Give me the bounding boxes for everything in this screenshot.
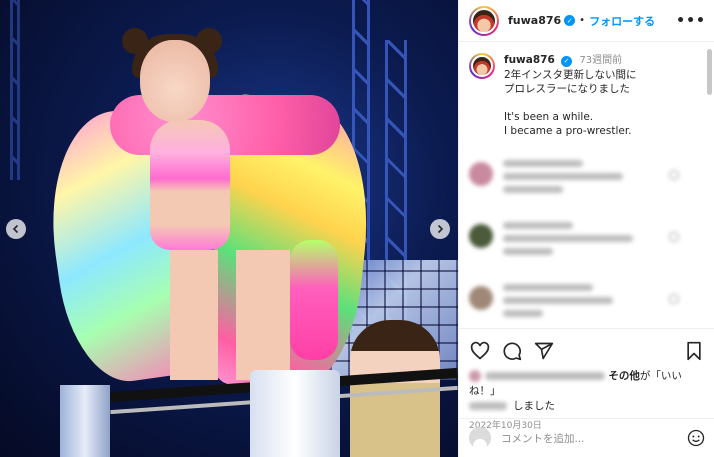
hair-bun <box>122 28 148 54</box>
author-avatar[interactable] <box>469 5 499 36</box>
caption-text-line: 2年インスタ更新しない間に <box>504 69 637 81</box>
liker-names-blurred <box>485 372 605 380</box>
post-side-panel: fuwa876 ✓ • フォローする ••• fuwa876 ✓ 73週間前 2… <box>458 0 714 457</box>
comment-input[interactable]: コメントを追加... <box>501 431 687 446</box>
verified-badge-icon: ✓ <box>564 15 576 26</box>
comment-like-icon[interactable] <box>669 232 679 242</box>
caption-text-line: It's been a while. <box>504 111 594 123</box>
comment-item <box>469 284 697 328</box>
stage-truss <box>10 0 20 180</box>
post-actions: その他が「いいね！」 しました 2022年10月30日 <box>459 328 714 431</box>
wrestler-torso <box>150 120 230 250</box>
likes-others-link[interactable]: その他 <box>608 370 640 382</box>
likes-summary: その他が「いいね！」 しました <box>469 369 705 414</box>
comment-item <box>469 160 697 210</box>
comment-item <box>469 222 697 272</box>
liker-avatar <box>469 370 481 382</box>
ring-turnbuckle <box>250 370 340 457</box>
comment-like-icon[interactable] <box>669 294 679 304</box>
current-user-avatar <box>469 427 491 449</box>
paper-plane-icon[interactable] <box>533 340 555 362</box>
likes-text-continued: しました <box>513 400 555 412</box>
post-header: fuwa876 ✓ • フォローする ••• <box>459 0 714 42</box>
ring-post <box>60 385 110 457</box>
carousel-next-button[interactable] <box>430 219 450 239</box>
comment-icon[interactable] <box>501 340 523 362</box>
action-icons-row <box>469 337 705 365</box>
chevron-right-icon <box>437 224 444 234</box>
commenter-avatar[interactable] <box>469 162 493 186</box>
wrestler-face <box>140 40 210 122</box>
comments-scrollbar[interactable] <box>707 43 712 323</box>
post-caption: fuwa876 ✓ 73週間前 2年インスタ更新しない間に プロレスラーになりま… <box>469 53 697 138</box>
scrollbar-thumb[interactable] <box>707 49 712 95</box>
caption-text-line: プロレスラーになりました <box>504 83 630 95</box>
smiley-icon[interactable] <box>687 429 705 447</box>
wrestler-boot <box>290 240 338 360</box>
carousel-prev-button[interactable] <box>6 219 26 239</box>
separator-dot: • <box>579 15 586 26</box>
verified-badge-icon: ✓ <box>561 55 573 67</box>
bookmark-icon[interactable] <box>683 340 705 362</box>
commenter-avatar[interactable] <box>469 224 493 248</box>
wrestler-legs <box>170 250 290 380</box>
heart-icon[interactable] <box>469 340 491 362</box>
caption-timestamp[interactable]: 73週間前 <box>579 55 622 66</box>
add-comment-bar: コメントを追加... <box>459 418 714 457</box>
chevron-left-icon <box>12 224 19 234</box>
caption-username[interactable]: fuwa876 <box>504 54 555 66</box>
comments-list[interactable]: fuwa876 ✓ 73週間前 2年インスタ更新しない間に プロレスラーになりま… <box>459 43 707 328</box>
author-username[interactable]: fuwa876 <box>508 14 561 27</box>
comment-like-icon[interactable] <box>669 170 679 180</box>
follow-button[interactable]: フォローする <box>589 13 655 29</box>
caption-author-avatar[interactable] <box>469 53 495 79</box>
post-photo[interactable] <box>0 0 458 457</box>
caption-text-line: I became a pro-wrestler. <box>504 125 632 137</box>
commenter-avatar[interactable] <box>469 286 493 310</box>
more-options-button[interactable]: ••• <box>676 13 706 29</box>
